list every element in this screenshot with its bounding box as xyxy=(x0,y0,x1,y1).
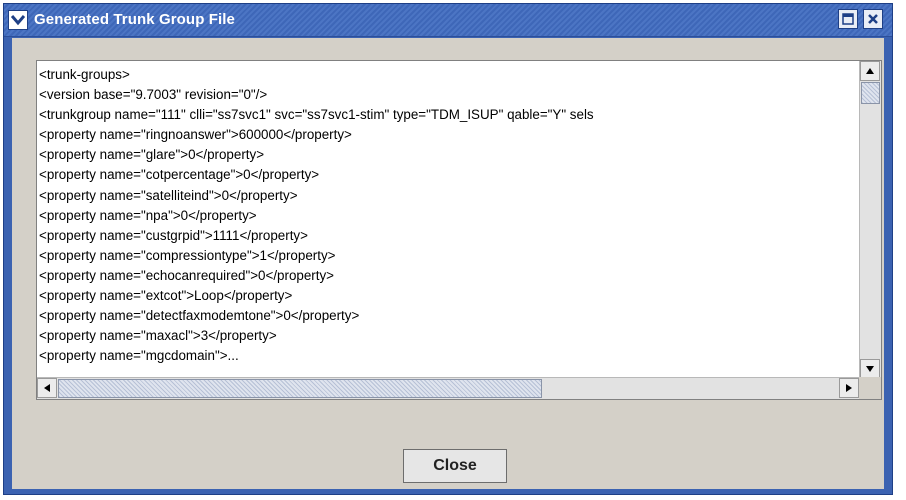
title-bar[interactable]: Generated Trunk Group File xyxy=(4,4,892,37)
vertical-scroll-thumb[interactable] xyxy=(861,82,880,104)
maximize-button[interactable] xyxy=(838,9,858,29)
trunk-group-textarea[interactable]: <trunk-groups> <version base="9.7003" rev… xyxy=(39,65,847,379)
arrow-left-icon xyxy=(44,384,50,392)
close-icon xyxy=(868,14,878,24)
window-menu-button[interactable] xyxy=(8,10,28,30)
close-window-button[interactable] xyxy=(863,9,883,29)
text-line: <trunk-groups> xyxy=(39,67,130,82)
horizontal-scrollbar[interactable] xyxy=(37,377,859,399)
close-button[interactable]: Close xyxy=(403,449,507,483)
text-line: <version base="9.7003" revision="0"/> xyxy=(39,87,268,103)
dialog-content: <trunk-groups> <version base="9.7003" rev… xyxy=(12,38,884,489)
chevron-down-icon xyxy=(11,15,25,26)
text-line: <property name="satelliteind">0</propert… xyxy=(39,187,298,203)
scrollbar-corner xyxy=(859,377,881,399)
scroll-up-button[interactable] xyxy=(860,61,880,81)
trunk-group-text-pane[interactable]: <trunk-groups> <version base="9.7003" rev… xyxy=(36,60,882,400)
arrow-right-icon xyxy=(846,384,852,392)
text-line: <property name="cotpercentage">0</proper… xyxy=(39,167,320,183)
horizontal-scroll-thumb[interactable] xyxy=(58,379,542,398)
dialog-window: Generated Trunk Group File <trunk-groups… xyxy=(3,3,893,495)
figure-code: 105581 xyxy=(891,442,905,498)
text-line: <property name="mgcdomain">... xyxy=(39,348,239,364)
text-line: <property name="custgrpid">1111</propert… xyxy=(39,227,308,243)
text-line: <property name="extcot">Loop</property> xyxy=(39,288,293,304)
text-line: <property name="ringnoanswer">600000</pr… xyxy=(39,127,352,143)
text-line: <property name="maxacl">3</property> xyxy=(39,328,277,344)
text-line: <property name="glare">0</property> xyxy=(39,147,265,163)
scroll-right-button[interactable] xyxy=(839,378,859,398)
arrow-up-icon xyxy=(866,68,874,74)
window-title: Generated Trunk Group File xyxy=(34,11,235,28)
text-line: <trunkgroup name="111" clli="ss7svc1" sv… xyxy=(39,107,594,123)
maximize-icon xyxy=(842,13,854,25)
scroll-down-button[interactable] xyxy=(860,359,880,379)
text-line: <property name="detectfaxmodemtone">0</p… xyxy=(39,308,360,324)
vertical-scrollbar[interactable] xyxy=(859,61,881,379)
text-line: <property name="compressiontype">1</prop… xyxy=(39,247,336,263)
text-line: <property name="npa">0</property> xyxy=(39,207,257,223)
text-line: <property name="echocanrequired">0</prop… xyxy=(39,267,334,283)
arrow-down-icon xyxy=(866,366,874,372)
scroll-left-button[interactable] xyxy=(37,378,57,398)
